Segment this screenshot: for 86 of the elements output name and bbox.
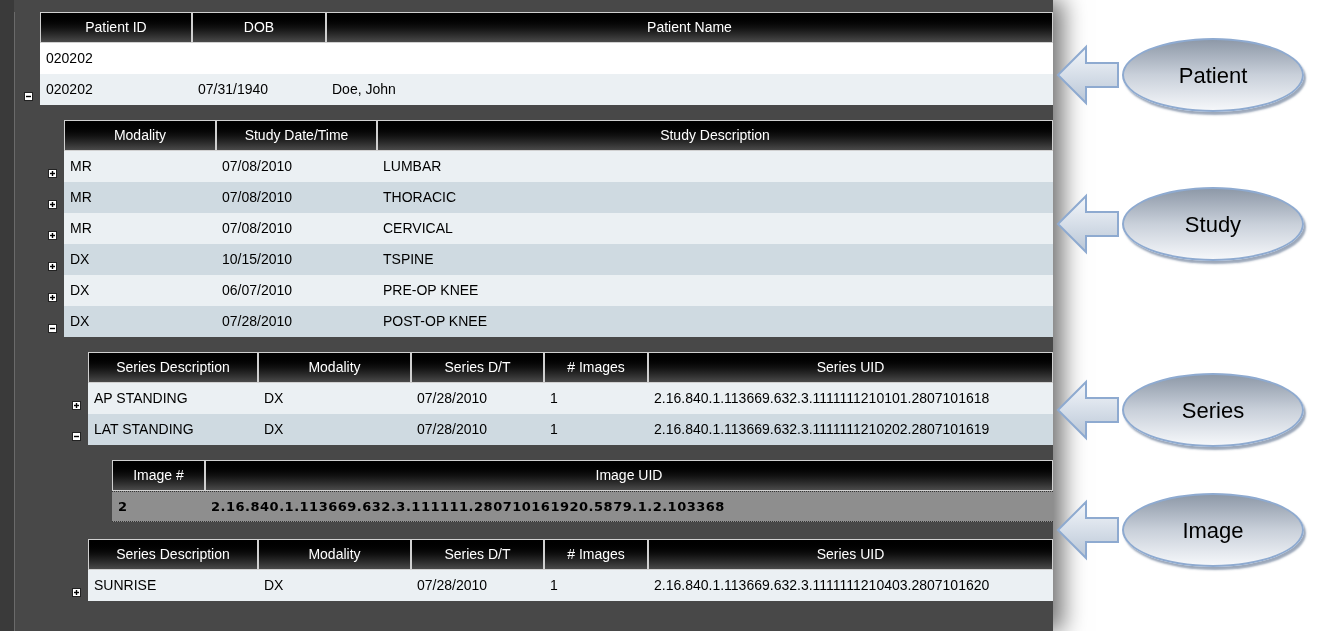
column-header[interactable]: Series Description: [88, 539, 258, 570]
table-cell-text: 2.16.840.1.113669.632.3.1111111210403.2807101620: [653, 576, 991, 595]
table-cell-text: 1: [549, 420, 559, 439]
table-cell-text: CERVICAL: [382, 219, 454, 238]
table-cell-text: 2: [117, 497, 129, 516]
expand-icon[interactable]: [47, 293, 57, 302]
column-header[interactable]: Series UID: [648, 539, 1053, 570]
table-cell-text: 07/31/1940: [197, 80, 270, 99]
table-cell-text: DX: [263, 420, 285, 439]
table-row[interactable]: 020202 07/31/1940 Doe, John: [40, 74, 1053, 105]
collapse-icon[interactable]: [47, 324, 57, 333]
table-row[interactable]: 2 2.16.840.1.113669.632.3.111111.280710161920.5879.1.2.103368: [112, 491, 1053, 522]
table-cell-text: POST-OP KNEE: [382, 312, 488, 331]
expand-icon[interactable]: [47, 262, 57, 271]
table-cell-text: TSPINE: [382, 250, 435, 269]
table-row[interactable]: DX 06/07/2010 PRE-OP KNEE: [64, 275, 1053, 306]
callout-bubble: Study: [1122, 187, 1304, 261]
table-row[interactable]: MR 07/08/2010 THORACIC: [64, 182, 1053, 213]
table-row[interactable]: DX 07/28/2010 POST-OP KNEE: [64, 306, 1053, 337]
expand-icon[interactable]: [47, 169, 57, 178]
column-header[interactable]: Modality: [64, 120, 216, 151]
column-header[interactable]: Image UID: [205, 460, 1053, 491]
column-header[interactable]: Modality: [258, 539, 411, 570]
expand-icon[interactable]: [71, 588, 81, 597]
callout-bubble: Image: [1122, 493, 1304, 567]
collapse-icon[interactable]: [23, 92, 33, 101]
column-header[interactable]: Series UID: [648, 352, 1053, 383]
table-cell-text: DX: [263, 576, 285, 595]
table-cell-text: LAT STANDING: [93, 420, 195, 439]
callout-bubble: Patient: [1122, 38, 1304, 112]
column-header[interactable]: Series D/T: [411, 539, 544, 570]
table-cell-text: DX: [263, 389, 285, 408]
table-cell-text: 1: [549, 389, 559, 408]
column-header[interactable]: Series D/T: [411, 352, 544, 383]
table-cell-text: 2.16.840.1.113669.632.3.1111111210202.2807101619: [653, 420, 991, 439]
column-header[interactable]: # Images: [544, 352, 648, 383]
table-cell-text: 020202: [45, 80, 94, 99]
callout-bubble: Series: [1122, 373, 1304, 447]
column-header[interactable]: Patient Name: [326, 12, 1053, 43]
table-cell-text: 07/28/2010: [416, 420, 489, 439]
table-cell-text: THORACIC: [382, 188, 458, 207]
column-header[interactable]: Study Description: [377, 120, 1053, 151]
table-row[interactable]: SUNRISE DX 07/28/2010 1 2.16.840.1.113669.632.3.1111111210403.2807101620: [88, 570, 1053, 601]
table-row[interactable]: DX 10/15/2010 TSPINE: [64, 244, 1053, 275]
table-cell-text: Doe, John: [331, 80, 397, 99]
table-cell-text: 1: [549, 576, 559, 595]
table-cell-text: AP STANDING: [93, 389, 189, 408]
column-header[interactable]: Patient ID: [40, 12, 192, 43]
left-arrow-icon: [1056, 379, 1122, 441]
left-arrow-icon: [1056, 499, 1122, 561]
table-cell-text: 07/28/2010: [416, 576, 489, 595]
left-arrow-icon: [1056, 44, 1122, 106]
column-header[interactable]: Modality: [258, 352, 411, 383]
expand-icon[interactable]: [47, 231, 57, 240]
table-cell-text: 07/08/2010: [221, 188, 294, 207]
expand-icon[interactable]: [71, 401, 81, 410]
table-cell-text: 10/15/2010: [221, 250, 294, 269]
table-cell-text: DX: [69, 312, 91, 331]
table-cell-text: 07/28/2010: [416, 389, 489, 408]
column-header[interactable]: Study Date/Time: [216, 120, 377, 151]
table-row[interactable]: AP STANDING DX 07/28/2010 1 2.16.840.1.113669.632.3.1111111210101.2807101618: [88, 383, 1053, 414]
table-cell-text: PRE-OP KNEE: [382, 281, 480, 300]
table-cell-text: 07/28/2010: [221, 312, 294, 331]
table-cell-text: MR: [69, 188, 93, 207]
table-row[interactable]: LAT STANDING DX 07/28/2010 1 2.16.840.1.113669.632.3.1111111210202.2807101619: [88, 414, 1053, 445]
table-cell-text: MR: [69, 157, 93, 176]
collapse-icon[interactable]: [71, 432, 81, 441]
column-header[interactable]: Series Description: [88, 352, 258, 383]
column-header[interactable]: Image #: [112, 460, 205, 491]
table-cell-text: MR: [69, 219, 93, 238]
table-cell-text: 2.16.840.1.113669.632.3.1111111210101.2807101618: [653, 389, 991, 408]
table-cell-text: DX: [69, 250, 91, 269]
table-row[interactable]: MR 07/08/2010 CERVICAL: [64, 213, 1053, 244]
table-cell-text: 2.16.840.1.113669.632.3.111111.280710161920.5879.1.2.103368: [210, 497, 726, 516]
table-cell-text: LUMBAR: [382, 157, 443, 176]
column-header[interactable]: DOB: [192, 12, 326, 43]
table-cell-text: 07/08/2010: [221, 219, 294, 238]
column-header[interactable]: # Images: [544, 539, 648, 570]
table-row[interactable]: MR 07/08/2010 LUMBAR: [64, 151, 1053, 182]
filter-cell[interactable]: 020202: [40, 48, 192, 69]
left-arrow-icon: [1056, 193, 1122, 255]
table-cell-text: DX: [69, 281, 91, 300]
table-cell-text: SUNRISE: [93, 576, 158, 595]
table-cell-text: 07/08/2010: [221, 157, 294, 176]
expand-icon[interactable]: [47, 200, 57, 209]
table-cell-text: 06/07/2010: [221, 281, 294, 300]
